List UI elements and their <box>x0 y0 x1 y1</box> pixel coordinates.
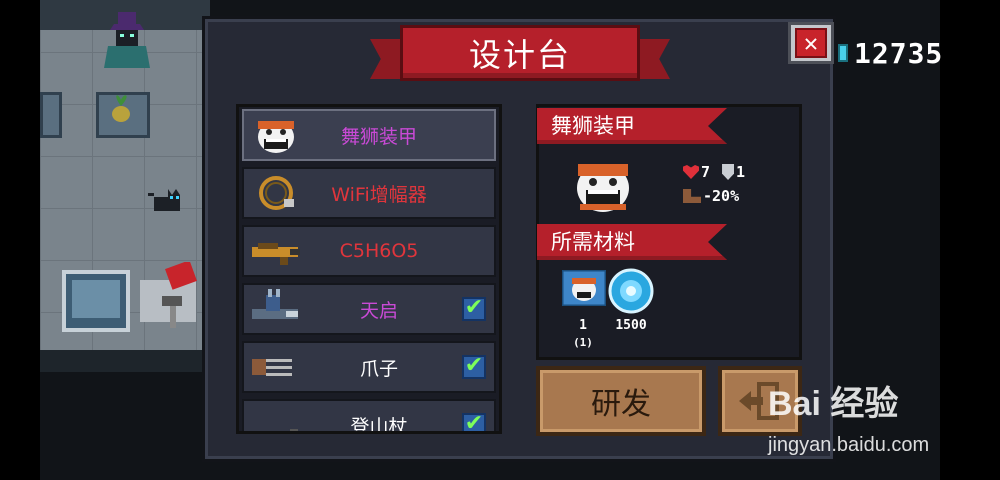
item-name: 登山杖 <box>350 415 408 434</box>
list-item-wifi-amplifier[interactable]: WiFi增幅器 <box>242 167 496 219</box>
wifi-amplifier-icon <box>259 176 294 210</box>
shield-icon <box>722 164 735 180</box>
list-item-c5h6o5[interactable]: C5H6O5 <box>242 225 496 277</box>
list-item-lion-armor[interactable]: 舞狮装甲 <box>242 109 496 161</box>
materials-title: 所需材料 <box>537 224 727 260</box>
cat-pet-icon <box>148 189 180 211</box>
item-name: C5H6O5 <box>339 240 419 262</box>
exit-icon <box>739 382 779 420</box>
list-item-hiking-stick[interactable]: 登山杖 ✔ <box>242 399 496 434</box>
computer-monitor <box>62 270 130 332</box>
wizard-npc-icon <box>104 12 150 68</box>
claw-icon <box>252 359 292 376</box>
room-edge <box>40 350 210 372</box>
lion-dance-armor-preview-icon <box>577 164 629 212</box>
blueprint-list[interactable]: 舞狮装甲 WiFi增幅器 C5H6O5 天启 ✔ 爪子 ✔ 登山杖 ✔ <box>236 104 502 434</box>
close-icon: ✕ <box>795 28 827 58</box>
armor-value: 1 <box>736 163 746 181</box>
bench-left <box>40 92 62 138</box>
item-name: 爪子 <box>359 357 398 380</box>
workbench-icon <box>140 262 197 328</box>
research-button[interactable]: 研发 <box>536 366 706 436</box>
detail-item-name: 舞狮装甲 <box>537 108 727 144</box>
gem-currency-icon <box>838 44 848 62</box>
blueprint-count: 1 <box>579 318 587 333</box>
item-name: 舞狮装甲 <box>340 125 417 148</box>
panel-title: 设计台 <box>400 25 640 81</box>
blueprint-owned: (1) <box>573 336 593 349</box>
exit-button[interactable] <box>718 366 802 436</box>
list-item-apocalypse[interactable]: 天启 ✔ <box>242 283 496 335</box>
plant-icon <box>112 95 130 122</box>
hp-value: 7 <box>701 163 711 181</box>
apocalypse-icon <box>252 289 298 319</box>
currency-display: 12735 <box>838 36 948 70</box>
gem-cost: 1500 <box>615 318 647 333</box>
lion-blueprint-icon <box>562 270 606 306</box>
item-name: 天启 <box>359 299 398 322</box>
c5h6o5-weapon-icon <box>252 243 300 265</box>
owned-check-icon: ✔ <box>462 297 486 321</box>
hiking-stick-icon <box>290 429 298 431</box>
heart-icon <box>683 165 699 179</box>
list-item-claw[interactable]: 爪子 ✔ <box>242 341 496 393</box>
boot-icon <box>683 189 701 203</box>
lion-dance-armor-icon <box>258 121 294 153</box>
currency-count: 12735 <box>854 36 944 70</box>
item-name: WiFi增幅器 <box>331 183 427 206</box>
title-banner: 设计台 <box>370 25 670 81</box>
gem-icon <box>608 268 654 314</box>
close-button[interactable]: ✕ <box>788 22 834 64</box>
speed-value: -20% <box>703 187 740 205</box>
owned-check-icon: ✔ <box>462 355 486 379</box>
item-stats: 7 1 -20% <box>683 160 745 208</box>
owned-check-icon: ✔ <box>462 413 486 431</box>
